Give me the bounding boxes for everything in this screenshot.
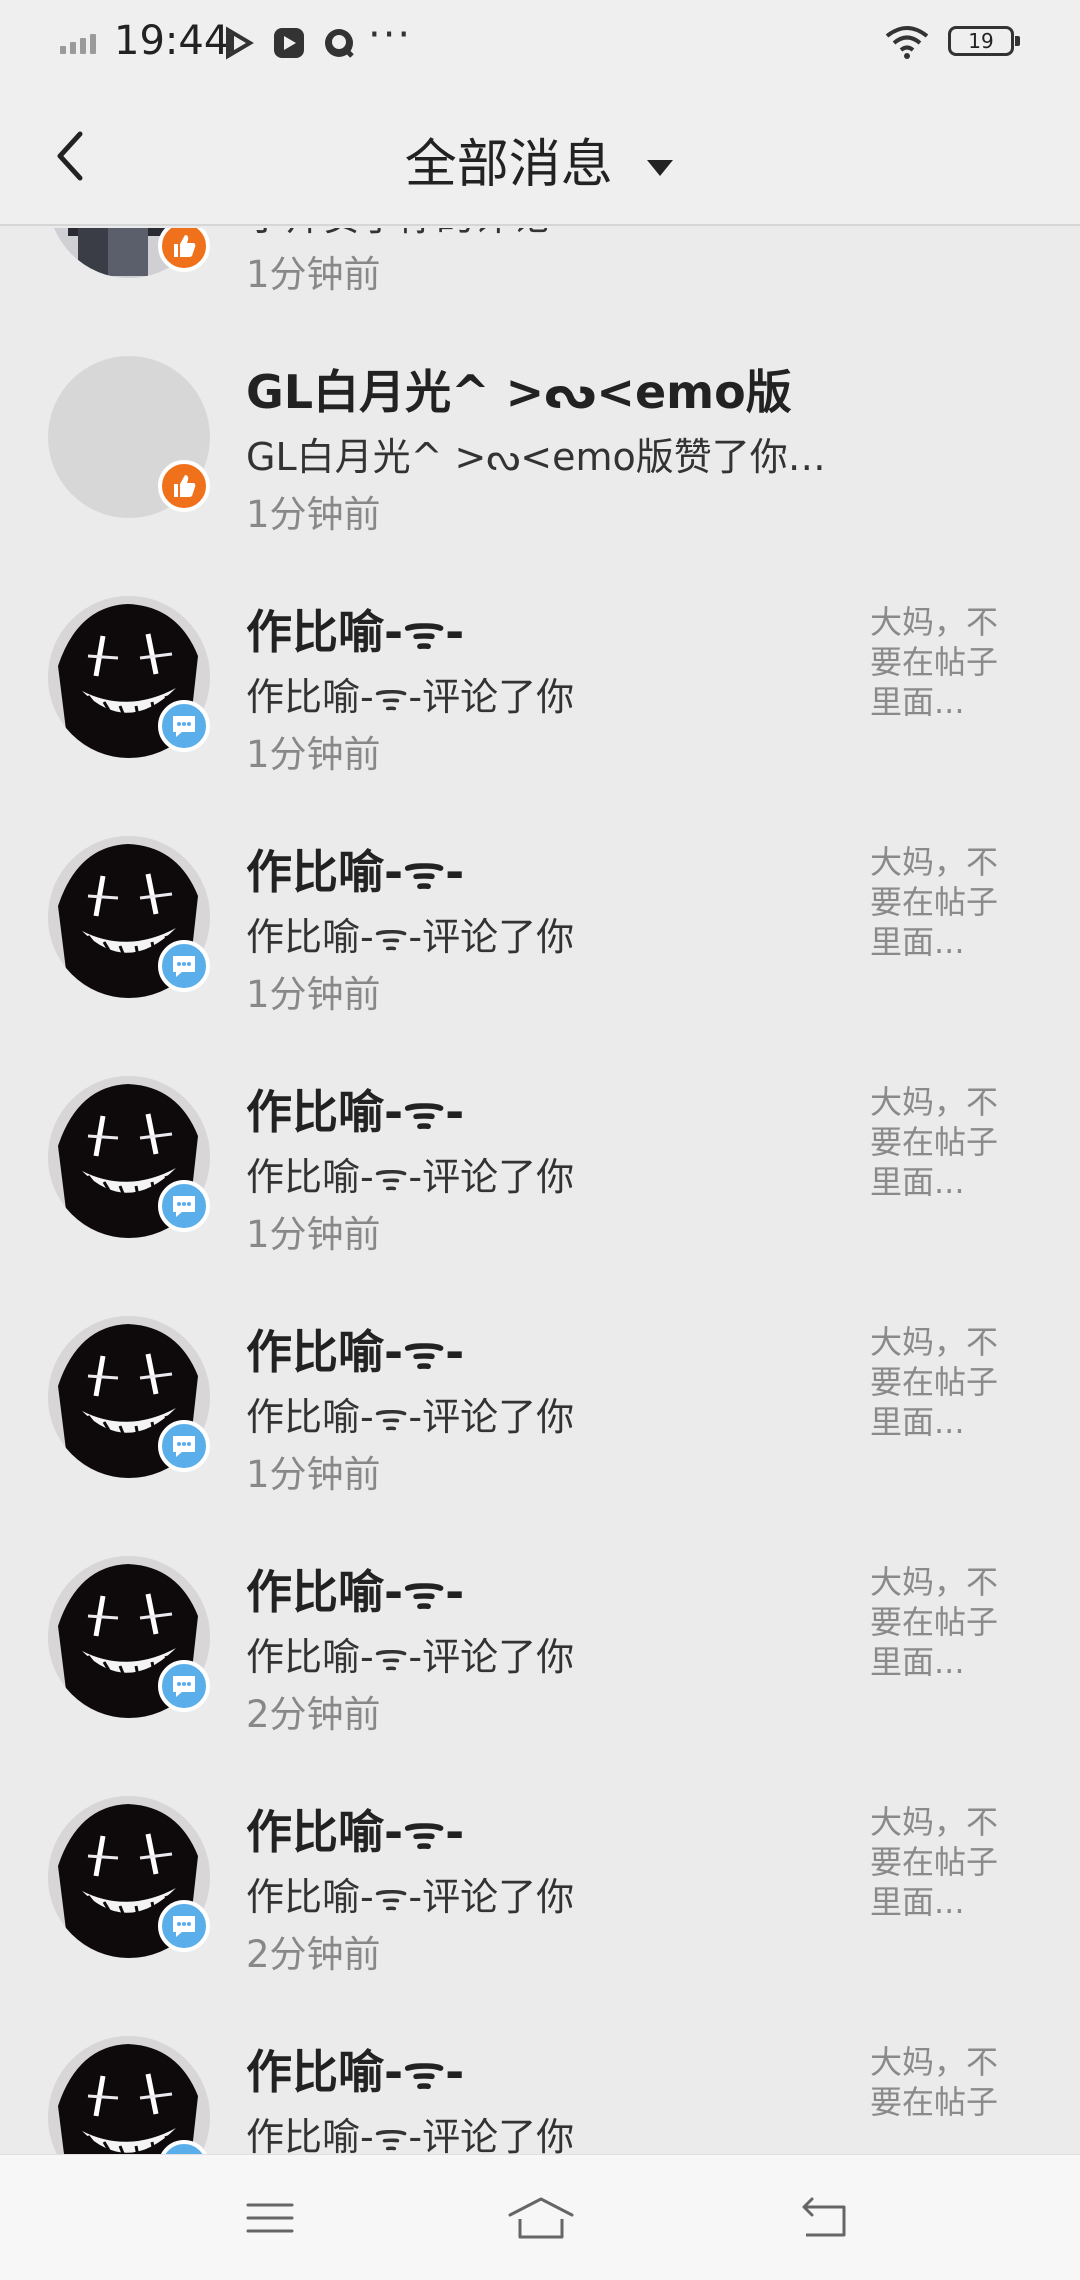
signal-icon bbox=[60, 34, 100, 56]
more-icon: ··· bbox=[368, 12, 413, 58]
message-summary: 作比喻-ᯤ-评论了你 bbox=[246, 1395, 575, 1439]
message-time: 2分钟前 bbox=[246, 1693, 381, 1736]
back-icon[interactable] bbox=[794, 2193, 854, 2243]
message-summary: GL白月光^ >ᔓ<emo版赞了你… bbox=[246, 435, 826, 479]
message-item[interactable]: 作比喻-ᯤ- 作比喻-ᯤ-评论了你 1分钟前 大妈，不要在帖子里面... bbox=[0, 566, 1080, 806]
message-summary: 作比喻-ᯤ-评论了你 bbox=[246, 2115, 575, 2154]
thumbs-up-icon bbox=[158, 228, 210, 272]
comment-icon bbox=[158, 1900, 210, 1952]
avatar[interactable] bbox=[48, 2036, 210, 2154]
caret-down-icon bbox=[647, 160, 674, 176]
message-summary: 小帅赞了你的评论 bbox=[246, 228, 550, 241]
message-list: 小帅赞了你的评论1分钟前一…GL白月光^ >ᔓ<emo版GL白月光^ >ᔓ<em… bbox=[0, 228, 1080, 2154]
quoted-comment[interactable]: 大妈，不要在帖子里面... bbox=[870, 1082, 1020, 1202]
quoted-comment[interactable]: 大妈，不要在帖子里面... bbox=[870, 602, 1020, 722]
thumbs-up-icon bbox=[158, 460, 210, 512]
page-title: 全部消息 bbox=[404, 135, 613, 195]
message-item[interactable]: 作比喻-ᯤ- 作比喻-ᯤ-评论了你 2分钟前 大妈，不要在帖子里面... bbox=[0, 1526, 1080, 1766]
message-item[interactable]: 作比喻-ᯤ- 作比喻-ᯤ-评论了你 1分钟前 大妈，不要在帖子里面... bbox=[0, 1286, 1080, 1526]
sender-name[interactable]: 作比喻-ᯤ- bbox=[246, 1316, 464, 1382]
message-time: 1分钟前 bbox=[246, 733, 381, 776]
quoted-comment[interactable]: 大妈，不要在帖子 bbox=[870, 2042, 1020, 2122]
sender-name[interactable]: GL白月光^ >ᔓ<emo版 bbox=[246, 356, 792, 422]
comment-icon bbox=[158, 1180, 210, 1232]
message-summary: 作比喻-ᯤ-评论了你 bbox=[246, 915, 575, 959]
message-time: 2分钟前 bbox=[246, 1933, 381, 1976]
quoted-comment[interactable]: 大妈，不要在帖子里面... bbox=[870, 842, 1020, 962]
quoted-comment[interactable]: 大妈，不要在帖子里面... bbox=[870, 1562, 1020, 1682]
message-item[interactable]: 小帅赞了你的评论1分钟前一… bbox=[0, 228, 1080, 326]
comment-icon bbox=[158, 1660, 210, 1712]
sender-name[interactable]: 作比喻-ᯤ- bbox=[246, 1076, 464, 1142]
system-navigation-bar bbox=[0, 2154, 1080, 2280]
message-time: 1分钟前 bbox=[246, 973, 381, 1016]
message-time: 1分钟前 bbox=[246, 253, 381, 296]
sender-name[interactable]: 作比喻-ᯤ- bbox=[246, 2036, 464, 2102]
title-dropdown[interactable]: 全部消息 bbox=[0, 122, 1080, 197]
message-summary: 作比喻-ᯤ-评论了你 bbox=[246, 1875, 575, 1919]
quoted-comment[interactable]: 大妈，不要在帖子里面... bbox=[870, 1322, 1020, 1442]
comment-icon bbox=[158, 700, 210, 752]
chat-app-icon bbox=[325, 29, 354, 58]
message-item[interactable]: GL白月光^ >ᔓ<emo版 GL白月光^ >ᔓ<emo版赞了你… 1分钟前 bbox=[0, 326, 1080, 566]
message-summary: 作比喻-ᯤ-评论了你 bbox=[246, 1635, 575, 1679]
sender-name[interactable]: 作比喻-ᯤ- bbox=[246, 836, 464, 902]
message-time: 1分钟前 bbox=[246, 1453, 381, 1496]
header: 全部消息 bbox=[0, 86, 1080, 226]
status-time: 19:44 bbox=[114, 18, 230, 64]
message-time: 1分钟前 bbox=[246, 493, 381, 536]
message-item[interactable]: 作比喻-ᯤ- 作比喻-ᯤ-评论了你 1分钟前 大妈，不要在帖子里面... bbox=[0, 1046, 1080, 1286]
status-bar: 19:44 ··· 19 bbox=[0, 0, 1080, 86]
media-app-icon bbox=[274, 28, 304, 58]
sender-name[interactable]: 作比喻-ᯤ- bbox=[246, 1796, 464, 1862]
home-icon[interactable] bbox=[506, 2193, 576, 2243]
message-item[interactable]: 作比喻-ᯤ- 作比喻-ᯤ-评论了你 2分钟前 大妈，不要在帖子里面... bbox=[0, 1766, 1080, 2006]
wifi-icon bbox=[885, 26, 929, 59]
video-app-icon bbox=[226, 26, 254, 60]
menu-icon[interactable] bbox=[240, 2193, 300, 2243]
message-summary: 作比喻-ᯤ-评论了你 bbox=[246, 1155, 575, 1199]
comment-icon bbox=[158, 940, 210, 992]
message-time: 1分钟前 bbox=[246, 1213, 381, 1256]
comment-icon bbox=[158, 1420, 210, 1472]
sender-name[interactable]: 作比喻-ᯤ- bbox=[246, 596, 464, 662]
message-item[interactable]: 作比喻-ᯤ- 作比喻-ᯤ-评论了你 1分钟前 大妈，不要在帖子里面... bbox=[0, 806, 1080, 1046]
battery-icon: 19 bbox=[948, 26, 1020, 56]
message-item[interactable]: 作比喻-ᯤ- 作比喻-ᯤ-评论了你 大妈，不要在帖子 bbox=[0, 2006, 1080, 2154]
message-summary: 作比喻-ᯤ-评论了你 bbox=[246, 675, 575, 719]
sender-name[interactable]: 作比喻-ᯤ- bbox=[246, 1556, 464, 1622]
quoted-comment[interactable]: 大妈，不要在帖子里面... bbox=[870, 1802, 1020, 1922]
